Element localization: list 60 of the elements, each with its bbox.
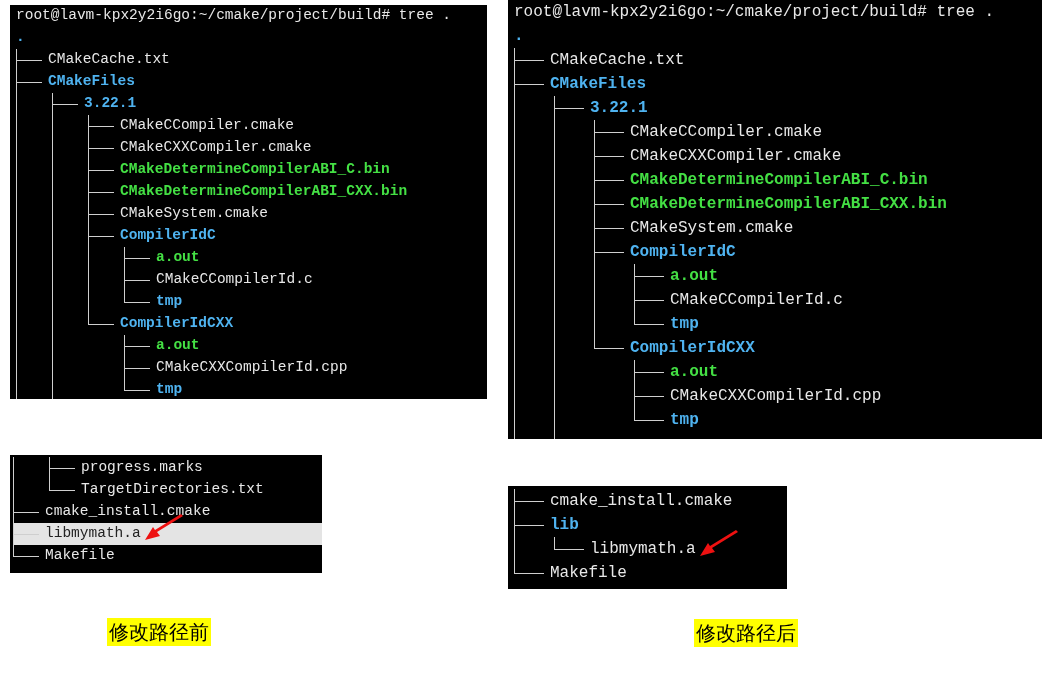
tree-branch-line	[594, 120, 624, 144]
tree-entry: Makefile	[550, 564, 627, 582]
tree-entry: a.out	[156, 248, 200, 265]
command-prompt: root@lavm-kpx2y2i6go:~/cmake/project/build# tree .	[16, 6, 452, 25]
tree-entry: CMakeSystem.cmake	[630, 219, 794, 237]
tree-entry: CMakeDetermineCompilerABI_C.bin	[120, 160, 390, 177]
tree-entry: tmp	[156, 292, 183, 309]
tree-entry: CMakeCache.txt	[550, 51, 685, 69]
tree-branch-line	[634, 264, 664, 288]
tree-root: .	[16, 27, 25, 47]
tree-branch-line	[124, 334, 150, 357]
tree-entry: CMakeCCompiler.cmake	[630, 123, 823, 141]
tree-entry: libmymath.a	[45, 525, 141, 542]
tree-branch-line	[594, 192, 624, 216]
command-prompt: root@lavm-kpx2y2i6go:~/cmake/project/build# tree .	[514, 2, 995, 23]
tree-entry: CMakeCCompiler.cmake	[120, 116, 295, 133]
tree-entry: CMakeFiles	[48, 72, 135, 89]
tree-entry: CompilerIdCXX	[120, 314, 234, 331]
tree-entry: TargetDirectories.txt	[81, 481, 264, 498]
tree-entry: CompilerIdC	[630, 243, 736, 261]
tree-branch-line	[88, 136, 114, 159]
tree-branch-line	[594, 168, 624, 192]
tree-entry: CMakeDetermineCompilerABI_CXX.bin	[630, 195, 947, 213]
tree-entry: a.out	[156, 336, 200, 353]
tree-entry: CMakeCXXCompilerId.cpp	[670, 387, 882, 405]
tree-entry: tmp	[156, 380, 183, 397]
tree-entry: CompilerIdC	[120, 226, 216, 243]
tree-branch-line	[88, 158, 114, 181]
caption: 修改路径前	[107, 618, 211, 646]
tree-entry: CMakeCXXCompiler.cmake	[120, 138, 312, 155]
tree-entry: CompilerIdCXX	[630, 339, 755, 357]
tree-branch-line	[594, 144, 624, 168]
tree-branch-line	[88, 180, 114, 203]
tree-entry: a.out	[670, 363, 718, 381]
tree-entry: libmymath.a	[590, 540, 696, 558]
tree-entry: CMakeCXXCompilerId.cpp	[156, 358, 348, 375]
tree-branch-line	[634, 360, 664, 384]
tree-entry: CMakeFiles	[550, 75, 646, 93]
tree-branch-line	[88, 114, 114, 137]
tree-entry: CMakeDetermineCompilerABI_C.bin	[630, 171, 928, 189]
tree-branch-line	[124, 246, 150, 269]
tree-entry: tmp	[670, 411, 699, 429]
tree-entry: CMakeSystem.cmake	[120, 204, 268, 221]
tree-entry: CMakeCache.txt	[48, 50, 170, 67]
tree-branch-line	[554, 537, 584, 550]
tree-entry: lib	[550, 516, 579, 534]
tree-entry: tmp	[670, 315, 699, 333]
tree-entry: cmake_install.cmake	[550, 492, 733, 510]
tree-root: .	[514, 26, 524, 47]
tree-entry: Makefile	[45, 547, 115, 564]
tree-entry: 3.22.1	[590, 99, 648, 117]
tree-entry: CMakeCXXCompiler.cmake	[630, 147, 842, 165]
caption: 修改路径后	[694, 619, 798, 647]
tree-entry: CMakeCCompilerId.c	[670, 291, 843, 309]
tree-entry: CMakeDetermineCompilerABI_CXX.bin	[120, 182, 408, 199]
tree-entry: progress.marks	[81, 459, 203, 476]
tree-entry: cmake_install.cmake	[45, 503, 211, 520]
tree-entry: CMakeCCompilerId.c	[156, 270, 313, 287]
tree-entry: 3.22.1	[84, 94, 137, 111]
tree-entry: a.out	[670, 267, 718, 285]
